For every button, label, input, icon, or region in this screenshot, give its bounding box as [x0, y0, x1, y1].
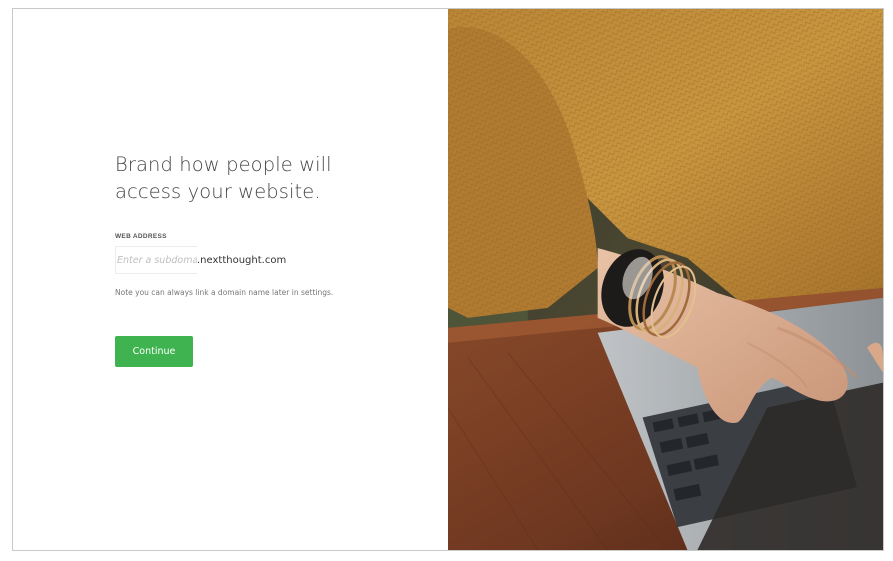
photo-person-with-laptop-icon — [448, 9, 883, 550]
web-address-row: .nextthought.com — [115, 246, 415, 274]
hero-image-panel — [448, 9, 883, 550]
page-title: Brand how people will access your websit… — [115, 151, 415, 205]
domain-suffix: .nextthought.com — [197, 254, 287, 266]
web-address-form: Brand how people will access your websit… — [115, 151, 415, 297]
headline-line-1: Brand how people will — [115, 153, 332, 176]
web-address-label: WEB ADDRESS — [115, 233, 167, 240]
headline-line-2: access your website. — [115, 180, 321, 203]
app-window: Brand how people will access your websit… — [12, 8, 884, 551]
continue-button[interactable]: Continue — [115, 336, 193, 367]
domain-note: Note you can always link a domain name l… — [115, 288, 334, 297]
subdomain-input[interactable] — [115, 246, 197, 274]
form-panel: Brand how people will access your websit… — [13, 9, 448, 550]
